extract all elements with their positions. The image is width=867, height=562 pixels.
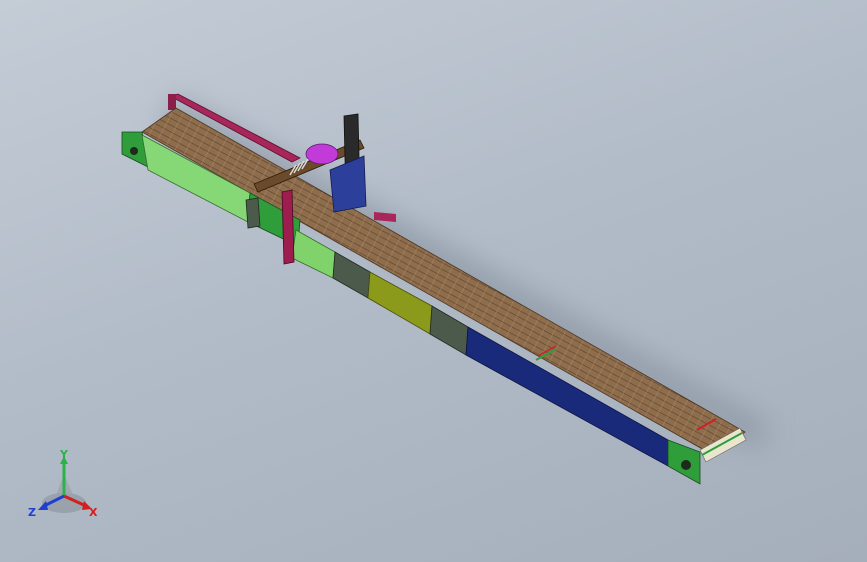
rear-rail-end: [168, 94, 176, 110]
y-axis-label: Y: [59, 448, 69, 461]
z-axis-label: Z: [28, 506, 36, 519]
x-axis-label: X: [89, 506, 98, 519]
drive-post: [281, 189, 295, 265]
cad-viewport[interactable]: Y X Z: [0, 0, 867, 562]
tension-cylinder: [245, 197, 261, 229]
frame-panel-4: [332, 251, 371, 299]
drive-wheel: [305, 143, 339, 165]
bolt: [681, 460, 691, 470]
belt-surface: [141, 107, 746, 456]
orientation-triad: Y X Z: [28, 448, 98, 519]
bolt: [130, 147, 138, 155]
motor-housing: [329, 155, 367, 213]
conveyor-model[interactable]: [0, 0, 867, 562]
